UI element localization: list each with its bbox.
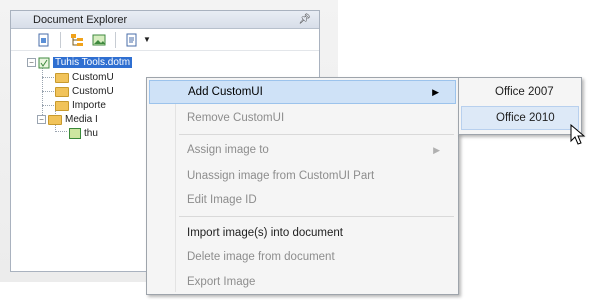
menu-item-label: Unassign image from CustomUI Part	[187, 170, 375, 182]
tree-line	[42, 91, 54, 92]
menu-item-label: Import image(s) into document	[187, 227, 343, 239]
menu-item-remove-customui[interactable]: Remove CustomUI	[149, 106, 456, 130]
tree-root-node[interactable]: − Tuhis Tools.dotm	[27, 55, 133, 70]
collapse-icon[interactable]: −	[27, 58, 36, 67]
menu-item-edit-image-id[interactable]: Edit Image ID	[149, 188, 456, 212]
submenu-arrow-icon: ▶	[432, 86, 439, 97]
tree-line	[42, 105, 54, 106]
collapse-icon[interactable]: −	[37, 115, 46, 124]
submenu-item-office-2010[interactable]: Office 2010	[461, 106, 579, 130]
menu-item-label: Remove CustomUI	[187, 112, 285, 124]
tree-line	[42, 77, 54, 78]
tree-item-label: thu	[84, 128, 98, 139]
submenu-item-office-2007[interactable]: Office 2007	[461, 80, 579, 104]
explorer-title: Document Explorer	[33, 13, 128, 26]
tree-root-label: Tuhis Tools.dotm	[53, 57, 133, 68]
insert-image-icon[interactable]	[90, 32, 108, 48]
tree-item-label: CustomU	[72, 72, 114, 83]
tree-item[interactable]: − Media I	[37, 112, 98, 127]
submenu-arrow-icon: ▶	[433, 144, 440, 155]
menu-item-delete-image[interactable]: Delete image from document	[149, 245, 456, 269]
explorer-title-bar: Document Explorer 📌︎	[11, 11, 319, 29]
open-document-icon[interactable]	[35, 32, 53, 48]
generate-callbacks-icon[interactable]	[123, 32, 141, 48]
context-menu: Add CustomUI ▶ Remove CustomUI Assign im…	[146, 77, 459, 295]
tree-item[interactable]: Importe	[55, 98, 106, 113]
explorer-toolbar: ▼	[11, 29, 319, 51]
document-icon	[38, 57, 50, 69]
customui-tree-icon[interactable]	[68, 32, 86, 48]
menu-item-label: Assign image to	[187, 144, 269, 156]
dropdown-caret-icon[interactable]: ▼	[143, 35, 151, 44]
menu-item-add-customui[interactable]: Add CustomUI ▶	[149, 80, 456, 104]
menu-item-assign-image[interactable]: Assign image to ▶	[149, 138, 456, 162]
pin-icon[interactable]: 📌︎	[298, 14, 311, 25]
menu-item-label: Export Image	[187, 276, 256, 288]
mouse-cursor-icon	[570, 123, 586, 146]
folder-icon	[48, 114, 62, 125]
folder-icon	[55, 100, 69, 111]
menu-item-unassign-image[interactable]: Unassign image from CustomUI Part	[149, 164, 456, 188]
menu-separator	[179, 134, 454, 135]
folder-icon	[55, 72, 69, 83]
menu-item-export-image[interactable]: Export Image	[149, 270, 456, 294]
toolbar-separator	[115, 31, 116, 48]
tree-item-label: Media I	[65, 114, 98, 125]
menu-item-label: Edit Image ID	[187, 194, 257, 206]
image-icon	[69, 128, 81, 139]
submenu-item-label: Office 2010	[496, 112, 555, 124]
tree-item-label: Importe	[72, 100, 106, 111]
tree-line	[55, 131, 67, 132]
toolbar-separator	[60, 31, 61, 48]
add-customui-submenu: Office 2007 Office 2010	[458, 77, 582, 135]
folder-icon	[55, 86, 69, 97]
menu-item-label: Delete image from document	[187, 251, 335, 263]
menu-item-label: Add CustomUI	[188, 86, 263, 98]
tree-item[interactable]: CustomU	[55, 70, 114, 85]
menu-separator	[179, 216, 454, 217]
tree-item[interactable]: CustomU	[55, 84, 114, 99]
menu-item-import-images[interactable]: Import image(s) into document	[149, 221, 456, 245]
tree-item-label: CustomU	[72, 86, 114, 97]
submenu-item-label: Office 2007	[495, 86, 554, 98]
tree-item[interactable]: thu	[69, 126, 98, 141]
